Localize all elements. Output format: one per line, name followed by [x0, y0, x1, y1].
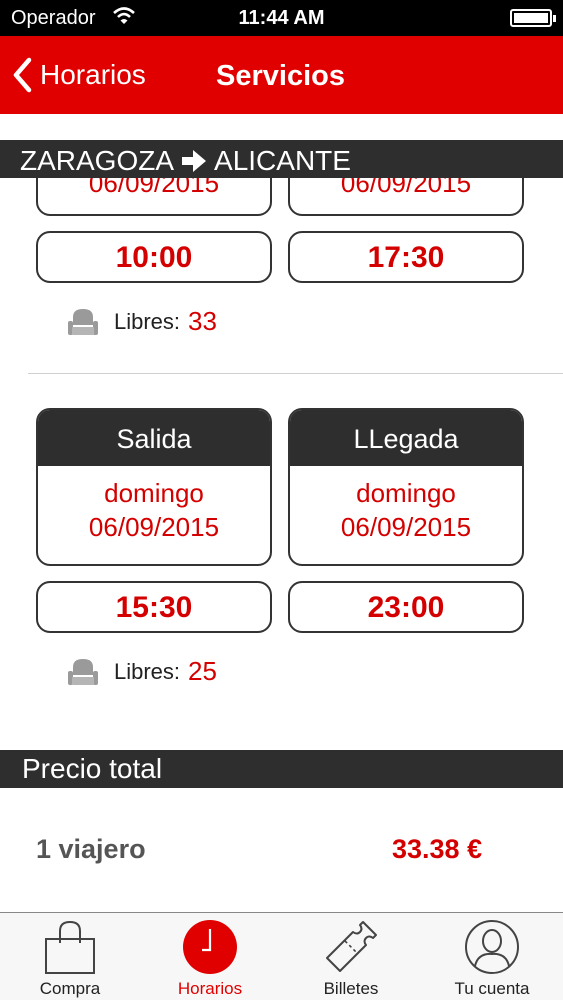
ticket-icon — [326, 921, 377, 972]
tab-horarios[interactable]: Horarios — [140, 913, 280, 1000]
departure-date: 06/09/2015 — [88, 512, 220, 542]
seats-label: Libres: — [114, 308, 181, 334]
arrival-card[interactable]: LLegada domingo 06/09/2015 — [288, 408, 524, 566]
navigation-bar: Horarios Servicios — [0, 36, 563, 114]
tab-bar: Compra Horarios Billetes Tu cuenta — [0, 912, 563, 1000]
chevron-left-icon — [13, 57, 32, 93]
clock-icon — [183, 920, 237, 974]
trips-list[interactable]: 06/09/2015 06/09/2015 10:00 17:30 Libres… — [0, 178, 563, 750]
back-button[interactable]: Horarios — [12, 36, 146, 114]
departure-card[interactable]: 06/09/2015 — [36, 178, 272, 216]
tab-tu-cuenta[interactable]: Tu cuenta — [422, 913, 562, 1000]
departure-day: domingo — [104, 478, 204, 508]
arrival-day: domingo — [356, 478, 456, 508]
seats-available: Libres: 25 — [66, 656, 217, 687]
tab-compra[interactable]: Compra — [0, 913, 140, 1000]
departure-card[interactable]: Salida domingo 06/09/2015 — [36, 408, 272, 566]
total-price: 33.38 € — [392, 834, 483, 864]
route-header: ZARAGOZA ALICANTE — [0, 140, 563, 178]
status-bar: Operador 11:44 AM — [0, 0, 563, 36]
seat-icon — [68, 658, 98, 685]
seat-icon — [68, 308, 98, 335]
tab-billetes[interactable]: Billetes — [281, 913, 421, 1000]
route-origin: ZARAGOZA — [20, 145, 175, 176]
arrival-date: 06/09/2015 — [340, 512, 472, 542]
tab-label: Billetes — [323, 979, 379, 998]
arrival-time[interactable]: 17:30 — [288, 231, 524, 283]
user-icon — [465, 920, 519, 974]
departure-date: 06/09/2015 — [88, 178, 220, 198]
seats-label: Libres: — [114, 658, 181, 684]
trip-divider — [28, 373, 563, 374]
departure-time[interactable]: 10:00 — [36, 231, 272, 283]
seats-available: Libres: 33 — [66, 306, 217, 337]
shopping-bag-icon — [45, 920, 95, 974]
arrival-header: LLegada — [290, 410, 522, 466]
arrival-date: 06/09/2015 — [340, 178, 472, 198]
clock-time: 11:44 AM — [238, 7, 325, 29]
seats-count: 25 — [188, 656, 217, 686]
arrival-time[interactable]: 23:00 — [288, 581, 524, 633]
arrival-card[interactable]: 06/09/2015 — [288, 178, 524, 216]
route-destination: ALICANTE — [214, 145, 351, 176]
travellers-count: 1 viajero — [36, 834, 146, 864]
price-header: Precio total — [0, 750, 563, 788]
seats-count: 33 — [188, 306, 217, 336]
tab-label: Tu cuenta — [454, 979, 530, 998]
price-summary: 1 viajero 33.38 € — [0, 788, 563, 912]
tab-label: Horarios — [177, 979, 243, 998]
departure-header: Salida — [38, 410, 270, 466]
tab-label: Compra — [39, 979, 101, 998]
battery-icon — [510, 9, 556, 27]
back-button-label: Horarios — [40, 59, 146, 90]
departure-time[interactable]: 15:30 — [36, 581, 272, 633]
page-title: Servicios — [216, 60, 345, 92]
arrow-right-icon — [182, 150, 207, 172]
